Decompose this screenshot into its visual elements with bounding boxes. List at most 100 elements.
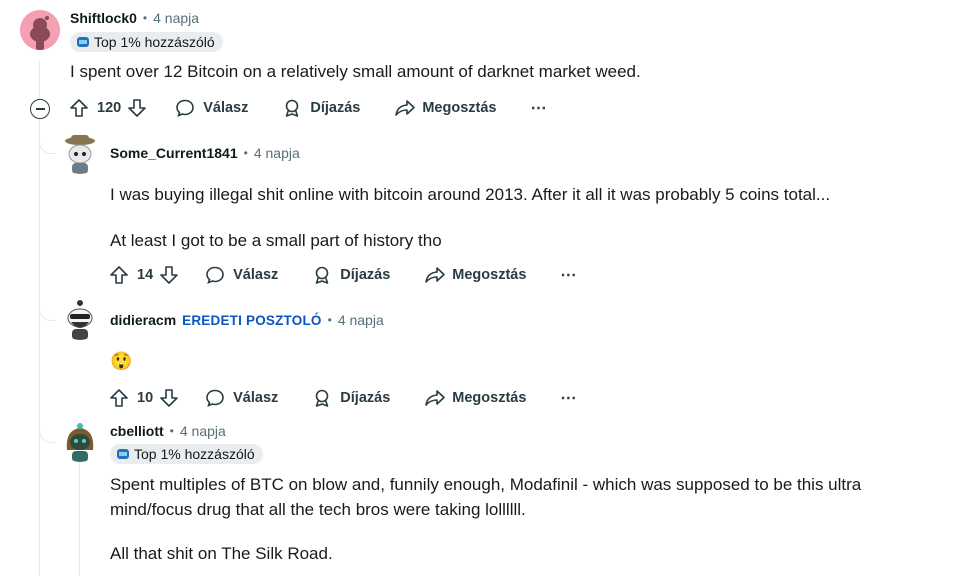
thread-branch [39,137,56,154]
comment-body: 😲 [110,349,132,374]
comment-actions: 120 Válasz Díjazás Megosztás ⋯ [69,93,546,123]
comment-meta: Some_Current1841 • 4 napja [110,145,300,161]
shocked-emoji: 😲 [110,351,133,371]
share-label: Megosztás [452,267,527,283]
ellipsis-icon: ⋯ [530,100,547,117]
comment-meta: cbelliott • 4 napja [110,423,226,439]
upvote-button[interactable] [109,265,129,285]
award-button[interactable]: Díjazás [312,265,390,285]
share-label: Megosztás [422,100,497,116]
user-flair: Top 1% hozzászóló [70,32,223,52]
comment-body: I was buying illegal shit online with bi… [110,182,830,253]
downvote-button[interactable] [159,388,179,408]
more-options-button[interactable]: ⋯ [560,265,576,285]
more-options-button[interactable]: ⋯ [560,388,576,408]
upvote-button[interactable] [109,388,129,408]
thread-line-main-lower [39,118,40,576]
comment-meta: didieracm EREDETI POSZTOLÓ • 4 napja [110,312,384,328]
ellipsis-icon: ⋯ [560,267,577,284]
award-label: Díjazás [340,267,391,283]
award-icon [315,389,329,407]
share-button[interactable]: Megosztás [424,265,526,285]
vote-count: 120 [97,100,122,116]
reply-label: Válasz [233,390,279,406]
speech-bubble-icon [206,389,224,407]
comment-actions: 14 Válasz Díjazás Megosztás ⋯ [109,260,576,290]
share-arrow-icon [425,390,446,406]
downvote-button[interactable] [159,265,179,285]
share-button[interactable]: Megosztás [424,388,526,408]
flair-label: Top 1% hozzászóló [134,446,255,462]
thread-branch [39,304,56,321]
downvote-arrow-icon [160,389,178,407]
snoo-avatar-icon [20,10,60,50]
upvote-button[interactable] [69,98,89,118]
timestamp[interactable]: 4 napja [254,145,300,161]
avatar[interactable] [59,420,101,462]
award-icon [286,99,299,117]
award-button[interactable]: Díjazás [282,98,360,118]
upvote-arrow-icon [110,266,128,284]
thread-line-main [39,60,40,100]
author-name[interactable]: cbelliott [110,423,164,439]
comment-meta: Shiftlock0 • 4 napja [70,10,199,26]
comment-paragraph: At least I got to be a small part of his… [110,231,442,250]
reply-button[interactable]: Válasz [205,265,278,285]
avatar[interactable] [59,298,101,340]
avatar[interactable] [59,132,101,174]
comment-body: Spent multiples of BTC on blow and, funn… [110,472,861,566]
award-label: Díjazás [340,390,391,406]
reply-button[interactable]: Válasz [205,388,278,408]
thread-branch [39,426,56,443]
speech-bubble-icon [206,266,224,284]
author-name[interactable]: Shiftlock0 [70,10,137,26]
timestamp[interactable]: 4 napja [180,423,226,439]
award-icon [315,266,329,284]
author-name[interactable]: didieracm [110,312,176,328]
upvote-arrow-icon [70,99,88,117]
thread-line-reply [79,462,80,576]
comment-actions: 10 Válasz Díjazás Megosztás ⋯ [109,383,576,413]
separator-dot: • [142,11,148,25]
share-button[interactable]: Megosztás [394,98,496,118]
comment-paragraph: All that shit on The Silk Road. [110,544,333,563]
comment-paragraph: I was buying illegal shit online with bi… [110,185,831,204]
separator-dot: • [327,313,332,327]
upvote-arrow-icon [110,389,128,407]
snoo-avatar-icon [59,132,101,174]
comment-paragraph: Spent multiples of BTC on blow and, funn… [110,475,862,494]
share-arrow-icon [395,100,416,116]
more-options-button[interactable]: ⋯ [530,98,546,118]
separator-dot: • [243,146,248,160]
timestamp[interactable]: 4 napja [153,10,199,26]
share-label: Megosztás [452,390,527,406]
downvote-arrow-icon [160,266,178,284]
timestamp[interactable]: 4 napja [338,312,384,328]
downvote-arrow-icon [128,99,147,117]
reply-label: Válasz [203,100,249,116]
vote-count: 10 [137,390,154,406]
reply-label: Válasz [233,267,279,283]
separator-dot: • [169,424,174,438]
op-badge: EREDETI POSZTOLÓ [182,312,322,328]
author-name[interactable]: Some_Current1841 [110,145,238,161]
share-arrow-icon [425,267,446,283]
comment-paragraph: mind/focus drug that all the tech bros w… [110,500,526,519]
collapse-thread-button[interactable] [30,99,50,119]
ellipsis-icon: ⋯ [560,390,577,407]
avatar[interactable] [20,10,60,50]
snoo-avatar-icon [59,298,101,340]
vote-count: 14 [137,267,154,283]
snoo-avatar-icon [59,420,101,462]
award-button[interactable]: Díjazás [312,388,390,408]
comment-paragraph: I spent over 12 Bitcoin on a relatively … [70,62,641,81]
reply-button[interactable]: Válasz [175,98,248,118]
award-label: Díjazás [310,100,361,116]
downvote-button[interactable] [127,98,147,118]
flair-label: Top 1% hozzászóló [94,34,215,50]
flair-badge-icon [77,37,89,47]
flair-badge-icon [117,449,129,459]
comment-body: I spent over 12 Bitcoin on a relatively … [70,59,641,84]
speech-bubble-icon [176,99,195,117]
minus-icon [35,108,45,110]
